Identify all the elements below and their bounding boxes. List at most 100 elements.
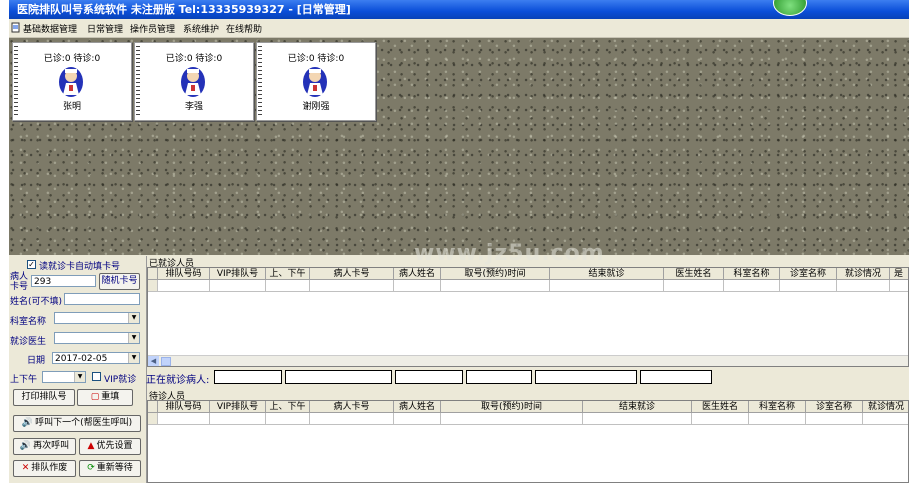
column-header[interactable]: 结束就诊 xyxy=(550,268,664,280)
column-header[interactable]: 科室名称 xyxy=(724,268,780,280)
doctor-select[interactable]: ▼ xyxy=(54,332,140,344)
table-cell xyxy=(158,280,210,292)
requeue-button[interactable]: ⟳ 重新等待 xyxy=(79,460,141,477)
column-header[interactable]: 医生姓名 xyxy=(664,268,724,280)
table-cell xyxy=(550,280,664,292)
column-header[interactable]: 医生姓名 xyxy=(692,401,749,413)
app-menu-icon[interactable] xyxy=(11,22,20,33)
speaker-icon: 🔊 xyxy=(21,418,34,428)
column-header[interactable]: 病人卡号 xyxy=(310,268,394,280)
column-header[interactable]: 取号(预约)时间 xyxy=(441,268,550,280)
table-cell xyxy=(210,280,266,292)
menu-operator[interactable]: 操作员管理 xyxy=(130,22,175,35)
call-next-label: 呼叫下一个(帮医生呼叫) xyxy=(35,418,133,428)
column-header[interactable]: 结束就诊 xyxy=(583,401,692,413)
chevron-down-icon[interactable]: ▼ xyxy=(128,313,139,323)
brand-logo-icon xyxy=(773,0,807,16)
table-cell xyxy=(863,413,908,425)
dept-label: 科室名称 xyxy=(10,317,47,327)
print-queue-button[interactable]: 打印排队号 xyxy=(13,389,75,406)
menu-basic-data[interactable]: 基础数据管理 xyxy=(23,22,77,35)
menu-help[interactable]: 在线帮助 xyxy=(226,22,262,35)
column-header[interactable]: 就诊情况 xyxy=(837,268,890,280)
column-header[interactable]: 病人姓名 xyxy=(394,268,441,280)
table-cell xyxy=(664,280,724,292)
table-cell xyxy=(310,280,394,292)
column-header[interactable]: 上、下午 xyxy=(266,268,310,280)
date-value: 2017-02-05 xyxy=(55,354,108,364)
column-header[interactable]: 是 xyxy=(890,268,908,280)
doctor-icon xyxy=(181,67,205,97)
column-header[interactable]: 排队号码 xyxy=(158,401,210,413)
column-header[interactable]: 病人卡号 xyxy=(310,401,394,413)
column-header[interactable]: VIP排队号 xyxy=(210,268,266,280)
patient-name-input[interactable] xyxy=(64,293,140,305)
menu-bar: 基础数据管理 日常管理 操作员管理 系统维护 在线帮助 xyxy=(9,19,909,38)
random-card-button[interactable]: 随机卡号 xyxy=(99,273,140,290)
window-title: 医院排队叫号系统软件 未注册版 Tel:13335939327 - [日常管理] xyxy=(17,3,351,16)
column-header[interactable]: 病人姓名 xyxy=(394,401,441,413)
table-cell xyxy=(394,280,441,292)
row-selector[interactable] xyxy=(148,413,158,425)
doctor-icon xyxy=(59,67,83,97)
table-cell xyxy=(266,280,310,292)
chevron-left-icon[interactable]: ◀ xyxy=(148,356,159,366)
arrow-up-icon: ▲ xyxy=(87,441,95,451)
column-header[interactable]: 取号(预约)时间 xyxy=(441,401,583,413)
table-cell xyxy=(724,280,780,292)
refresh-icon: ⟳ xyxy=(87,463,95,473)
registration-panel: ✓ 读就诊卡自动填卡号 病人卡号 293 随机卡号 姓名(可不填) 科室名称 ▼… xyxy=(9,256,147,483)
table-cell xyxy=(266,413,310,425)
priority-button[interactable]: ▲ 优先设置 xyxy=(79,438,141,455)
call-next-button[interactable]: 🔊 呼叫下一个(帮医生呼叫) xyxy=(13,415,141,432)
cancel-queue-button[interactable]: ✕ 排队作废 xyxy=(13,460,76,477)
doctor-name: 李强 xyxy=(184,102,203,112)
doctor-card[interactable]: 已诊:0 待诊:0 李强 xyxy=(134,42,254,121)
menu-daily[interactable]: 日常管理 xyxy=(87,22,123,35)
chevron-down-icon[interactable]: ▼ xyxy=(74,372,85,382)
table-cell xyxy=(210,413,266,425)
horizontal-scrollbar[interactable]: ◀ xyxy=(148,355,908,366)
column-header[interactable]: 诊室名称 xyxy=(780,268,837,280)
current-patient-field xyxy=(395,370,463,384)
reset-button[interactable]: ▢ 重填 xyxy=(77,389,133,406)
treated-table[interactable]: 排队号码 VIP排队号 上、下午 病人卡号 病人姓名 取号(预约)时间 结束就诊… xyxy=(147,267,909,367)
column-header[interactable]: VIP排队号 xyxy=(210,401,266,413)
cancel-queue-label: 排队作废 xyxy=(31,463,68,473)
row-selector-header xyxy=(148,401,158,413)
priority-label: 优先设置 xyxy=(96,441,133,451)
table-cell xyxy=(394,413,441,425)
print-queue-label: 打印排队号 xyxy=(21,392,67,402)
speaker-icon: 🔊 xyxy=(19,441,32,451)
title-bar: 医院排队叫号系统软件 未注册版 Tel:13335939327 - [日常管理] xyxy=(9,0,909,19)
chevron-down-icon[interactable]: ▼ xyxy=(128,333,139,343)
doctor-name: 谢刚强 xyxy=(302,102,330,112)
row-selector[interactable] xyxy=(148,280,158,292)
current-patient-label: 正在就诊病人: xyxy=(146,375,210,386)
doctor-card[interactable]: 已诊:0 待诊:0 谢刚强 xyxy=(256,42,376,121)
dept-select[interactable]: ▼ xyxy=(54,312,140,324)
requeue-label: 重新等待 xyxy=(96,463,133,473)
card-number-input[interactable]: 293 xyxy=(31,275,96,287)
doctor-stats: 已诊:0 待诊:0 xyxy=(287,54,345,64)
row-selector-header xyxy=(148,268,158,280)
column-header[interactable]: 科室名称 xyxy=(749,401,806,413)
doctor-board: 已诊:0 待诊:0 张明 已诊:0 待诊:0 李强 已诊:0 待诊:0 谢刚强 … xyxy=(9,38,909,266)
doctor-card[interactable]: 已诊:0 待诊:0 张明 xyxy=(12,42,132,121)
column-header[interactable]: 就诊情况 xyxy=(863,401,908,413)
auto-card-checkbox[interactable]: ✓ xyxy=(27,260,36,269)
table-cell xyxy=(441,280,550,292)
recall-button[interactable]: 🔊 再次呼叫 xyxy=(13,438,76,455)
waiting-table[interactable]: 排队号码 VIP排队号 上、下午 病人卡号 病人姓名 取号(预约)时间 结束就诊… xyxy=(147,400,909,483)
chevron-down-icon[interactable]: ▼ xyxy=(128,353,139,363)
menu-maintenance[interactable]: 系统维护 xyxy=(183,22,219,35)
close-icon: ✕ xyxy=(21,463,30,473)
column-header[interactable]: 排队号码 xyxy=(158,268,210,280)
column-header[interactable]: 诊室名称 xyxy=(806,401,863,413)
date-picker[interactable]: 2017-02-05 ▼ xyxy=(52,352,140,364)
column-header[interactable]: 上、下午 xyxy=(266,401,310,413)
date-label: 日期 xyxy=(27,356,46,366)
vip-checkbox[interactable] xyxy=(92,372,101,381)
ampm-select[interactable]: ▼ xyxy=(42,371,86,383)
scrollbar-thumb[interactable] xyxy=(161,357,171,366)
